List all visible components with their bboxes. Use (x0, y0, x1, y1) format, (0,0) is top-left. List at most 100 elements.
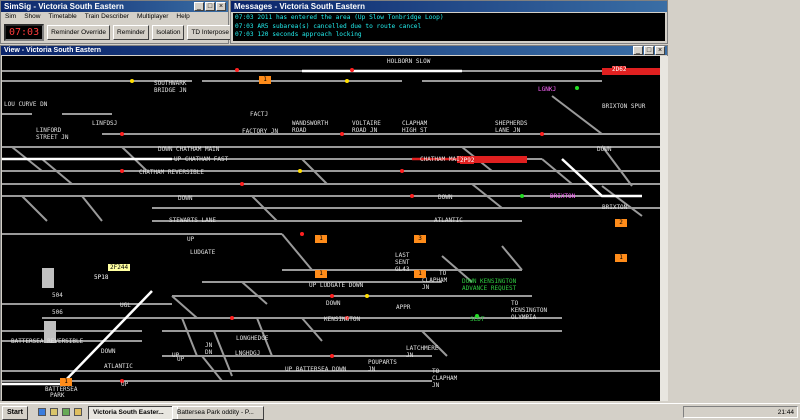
signal-green (575, 86, 579, 90)
tray-clock[interactable]: 21:44 (778, 409, 794, 416)
signal-yellow (365, 294, 369, 298)
messages-window-title[interactable]: Messages - Victoria South Eastern (231, 1, 667, 12)
diagram-label: CLAPHAM (422, 277, 448, 284)
signal-red (120, 132, 124, 136)
signal-red (120, 169, 124, 173)
quicklaunch-media-icon[interactable] (62, 408, 70, 416)
sim-clock[interactable]: 07:03 (4, 24, 45, 41)
signal-red (340, 132, 344, 136)
diagram-label: JN (406, 352, 414, 359)
berth-box[interactable]: 2 (615, 219, 627, 227)
diagram-label: 506 (52, 309, 63, 316)
minimize-icon[interactable]: _ (633, 46, 643, 55)
signal-red (235, 68, 239, 72)
track-crossover (171, 233, 313, 319)
diagram-label: UP LUDGATE DOWN (309, 282, 364, 289)
berth-box[interactable]: 3 (414, 235, 426, 243)
simsig-main-window: SimSig - Victoria South Eastern _ □ × Si… (0, 0, 269, 44)
diagram-label: CLAPHAM (402, 120, 428, 127)
diagram-label: UP BATTERSEA DOWN (285, 366, 347, 373)
train-id[interactable]: 5P18 (94, 274, 108, 281)
diagram-label: SLDT (470, 316, 485, 323)
task-simsig[interactable]: Victoria South Easter... (88, 406, 178, 420)
diagram-label: LGNKJ (538, 86, 557, 93)
diagram-label: STEWARTS LANE (169, 217, 216, 224)
close-icon[interactable]: × (216, 2, 226, 11)
diagram-label: KENSINGTON (511, 307, 548, 314)
train-tooltip: 2F244 (108, 264, 131, 271)
berth-box[interactable]: 1 (315, 270, 327, 278)
diagram-label: UP (187, 236, 195, 243)
diagram-label: ADVANCE REQUEST (462, 285, 517, 292)
menu-train-describer[interactable]: Train Describer (85, 12, 129, 22)
berth-box[interactable]: 1 (414, 270, 426, 278)
close-icon[interactable]: × (655, 46, 665, 55)
menu-multiplayer[interactable]: Multiplayer (137, 12, 168, 22)
diagram-label: LONGHEDGE (236, 335, 269, 342)
diagram-label: ATLANTIC (104, 363, 133, 370)
diagram-label: DOWN CHATHAM MAIN (158, 146, 220, 153)
reminder-override-button[interactable]: Reminder Override (47, 25, 111, 40)
isolation-button[interactable]: Isolation (152, 25, 185, 40)
diagram-label: OLYMPIA (511, 314, 537, 321)
menu-show[interactable]: Show (24, 12, 40, 22)
message-log[interactable]: 07:03 2O11 has entered the area (Up Slow… (233, 13, 665, 41)
diagram-label: HOLBORN SLOW (387, 58, 431, 65)
signalling-diagram[interactable]: HOLBORN SLOW SOUTHWARK BRIDGE JN LGNKJ BRIXT… (2, 56, 660, 401)
diagram-label: KENSINGTON (324, 316, 361, 323)
train-id[interactable]: 2P92 (460, 157, 475, 164)
signal-red (350, 68, 354, 72)
berth-box[interactable]: 1 (259, 76, 271, 84)
diagram-label: LATCHMERE (406, 345, 439, 352)
quicklaunch-ie-icon[interactable] (38, 408, 46, 416)
diagram-label: WANDSWORTH (292, 120, 329, 127)
signal-red (300, 232, 304, 236)
maximize-icon[interactable]: □ (205, 2, 215, 11)
signal-red (400, 169, 404, 173)
diagram-label: ATLANTIC (434, 217, 463, 224)
diagram-label: UP (121, 381, 129, 388)
signal-red (330, 354, 334, 358)
signal-yellow (130, 79, 134, 83)
signal-red (230, 316, 234, 320)
track-crossover (11, 146, 573, 185)
diagram-label: JN (205, 342, 213, 349)
signal-red (240, 182, 244, 186)
berth-box[interactable]: 1 (315, 235, 327, 243)
diagram-label: GL43 (395, 266, 410, 273)
start-button[interactable]: Start (2, 406, 28, 420)
diagram-label: SHEPHERDS (495, 120, 528, 127)
diagram-label: TO (439, 270, 447, 277)
messages-window: Messages - Victoria South Eastern 07:03 … (230, 0, 668, 44)
view-window-title[interactable]: View - Victoria South Eastern (1, 46, 667, 55)
quicklaunch-folder-icon[interactable] (74, 408, 82, 416)
diagram-label: LUDGATE (190, 249, 216, 256)
reminder-button[interactable]: Reminder (113, 25, 150, 40)
menu-sim[interactable]: Sim (5, 12, 16, 22)
task-browser[interactable]: Battersea Park oddity - P... (172, 406, 264, 420)
td-interpose-button[interactable]: TD Interpose (187, 25, 234, 40)
signal-yellow (345, 79, 349, 83)
diagram-label: LINFORD (36, 127, 62, 134)
message-line: 07:03 2O11 has entered the area (Up Slow… (235, 14, 444, 21)
menu-timetable[interactable]: Timetable (48, 12, 76, 22)
menu-help[interactable]: Help (176, 12, 189, 22)
diagram-label: UP CHATHAM FAST (174, 156, 229, 163)
diagram-label: BRIXTON (602, 204, 628, 211)
train-id[interactable]: 2D62 (612, 66, 627, 73)
signal-yellow (298, 169, 302, 173)
diagram-label: TO (432, 368, 440, 375)
vertical-scrollbar[interactable] (660, 56, 668, 401)
diagram-label: POUPARTS (368, 359, 397, 366)
quicklaunch-desktop-icon[interactable] (50, 408, 58, 416)
diagram-label: DOWN (326, 300, 341, 307)
berth-box[interactable]: 1 (60, 378, 72, 386)
diagram-label: JN (368, 366, 376, 373)
main-toolbar: 07:03 Reminder Override Reminder Isolati… (1, 22, 269, 43)
diagram-label: SENT (395, 259, 410, 266)
diagram-label: JN (422, 284, 430, 291)
maximize-icon[interactable]: □ (644, 46, 654, 55)
minimize-icon[interactable]: _ (194, 2, 204, 11)
berth-box[interactable]: 1 (615, 254, 627, 262)
platform-block (42, 268, 54, 288)
